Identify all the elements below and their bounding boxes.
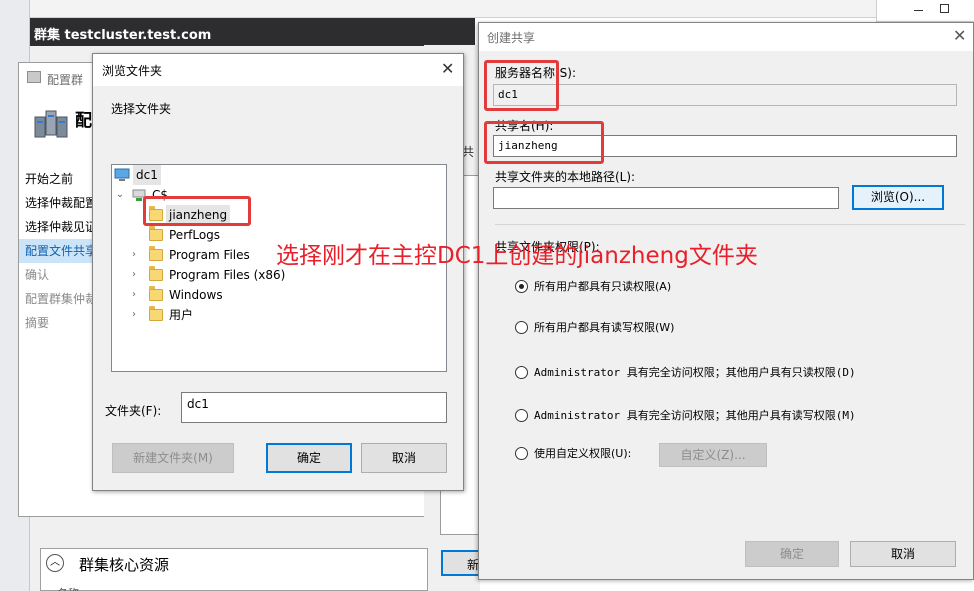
- network-share-icon: [132, 189, 146, 201]
- share-name-field[interactable]: jianzheng: [493, 135, 957, 157]
- core-resources-panel: ︿ 群集核心资源 名称: [40, 548, 428, 591]
- browse-subtitle: 选择文件夹: [111, 102, 172, 116]
- background-new-button[interactable]: 新: [441, 550, 481, 576]
- customize-button[interactable]: 自定义(Z)...: [659, 443, 767, 467]
- tree-node[interactable]: › 用户: [114, 305, 314, 325]
- share-titlebar: 创建共享 ✕: [479, 23, 973, 51]
- create-share-dialog: 创建共享 ✕ 服务器名称(S): dc1 共享名(H): jianzheng 共…: [478, 22, 974, 580]
- chevron-down-icon[interactable]: ⌄: [114, 185, 126, 205]
- annotation-caption: 选择刚才在主控DC1上创建的jianzheng文件夹: [276, 243, 758, 269]
- radio-icon[interactable]: [515, 409, 528, 422]
- cluster-window-title: 群集 testcluster.test.com: [30, 18, 475, 46]
- folder-icon: [149, 206, 163, 221]
- wizard-title-icon: [27, 71, 41, 83]
- column-header-name: 名称: [57, 585, 79, 591]
- ok-button[interactable]: 确定: [266, 443, 352, 473]
- step-item: 配置群集仲裁: [25, 292, 98, 306]
- minimize-icon[interactable]: [914, 10, 923, 11]
- radio-icon[interactable]: [515, 447, 528, 460]
- tree-node-label: C$: [152, 188, 169, 202]
- local-path-label: 共享文件夹的本地路径(L):: [495, 170, 636, 184]
- folder-input[interactable]: dc1: [181, 392, 447, 423]
- step-item: 选择仲裁见证: [25, 220, 98, 234]
- share-name-label: 共享名(H):: [495, 119, 554, 133]
- server-name-label: 服务器名称(S):: [495, 66, 577, 80]
- radio-icon[interactable]: [515, 321, 528, 334]
- step-item: 选择仲裁配置: [25, 196, 98, 210]
- folder-icon: [149, 286, 163, 301]
- wizard-steps: 开始之前 选择仲裁配置 选择仲裁见证 配置文件共享 确认 配置群集仲裁 摘要: [19, 167, 99, 335]
- cluster-servers-icon: [34, 110, 68, 138]
- wizard-header: 配: [75, 111, 92, 131]
- computer-icon: [114, 168, 130, 181]
- tree-node-label: Windows: [169, 288, 223, 302]
- collapse-icon[interactable]: ︿: [46, 554, 64, 572]
- local-path-field[interactable]: [493, 187, 839, 209]
- folder-icon: [149, 266, 163, 281]
- server-name-field: dc1: [493, 84, 957, 106]
- tree-node[interactable]: ⌄ C$: [114, 185, 314, 205]
- cancel-button[interactable]: 取消: [361, 443, 447, 473]
- folder-icon: [149, 226, 163, 241]
- wizard-title: 配置群: [47, 73, 84, 87]
- maximize-icon[interactable]: [940, 4, 949, 13]
- folder-icon: [149, 246, 163, 261]
- tree-node-label: Program Files (x86): [169, 268, 286, 282]
- browse-titlebar: 浏览文件夹 ✕: [93, 54, 463, 86]
- tree-node-label: PerfLogs: [169, 228, 221, 242]
- tree-node-selected[interactable]: jianzheng: [114, 205, 314, 225]
- browse-folder-dialog: 浏览文件夹 ✕ 选择文件夹 dc1 ⌄ C$ jianzheng PerfLog…: [92, 53, 464, 491]
- browse-button[interactable]: 浏览(O)...: [852, 185, 944, 210]
- core-resources-title: 群集核心资源: [79, 556, 170, 574]
- step-item: 摘要: [25, 316, 50, 330]
- step-item-active: 配置文件共享: [19, 239, 99, 263]
- chevron-right-icon[interactable]: ›: [128, 245, 140, 265]
- tree-node-label: 用户: [169, 308, 194, 322]
- share-dialog-title: 创建共享: [487, 31, 536, 45]
- chevron-right-icon[interactable]: ›: [128, 265, 140, 285]
- ok-button[interactable]: 确定: [745, 541, 839, 567]
- folder-icon: [149, 306, 163, 321]
- cancel-button[interactable]: 取消: [850, 541, 956, 567]
- radio-selected-icon[interactable]: [515, 280, 528, 293]
- window-controls: [876, 0, 974, 22]
- radio-icon[interactable]: [515, 366, 528, 379]
- tree-node-label: Program Files: [169, 248, 250, 262]
- close-icon[interactable]: ✕: [441, 59, 454, 78]
- step-item: 开始之前: [25, 172, 74, 186]
- browse-dialog-title: 浏览文件夹: [102, 64, 163, 78]
- new-folder-button[interactable]: 新建文件夹(M): [112, 443, 234, 473]
- tree-node-label: dc1: [133, 165, 161, 185]
- tree-node-label: jianzheng: [166, 205, 231, 225]
- chevron-right-icon[interactable]: ›: [128, 305, 140, 325]
- tree-node[interactable]: dc1: [114, 165, 314, 185]
- close-icon[interactable]: ✕: [953, 26, 966, 45]
- tree-node[interactable]: › Windows: [114, 285, 314, 305]
- background-top-strip: [30, 0, 974, 18]
- permissions-divider: [495, 224, 965, 225]
- folder-label: 文件夹(F):: [105, 404, 162, 418]
- step-item: 确认: [25, 268, 50, 282]
- chevron-right-icon[interactable]: ›: [128, 285, 140, 305]
